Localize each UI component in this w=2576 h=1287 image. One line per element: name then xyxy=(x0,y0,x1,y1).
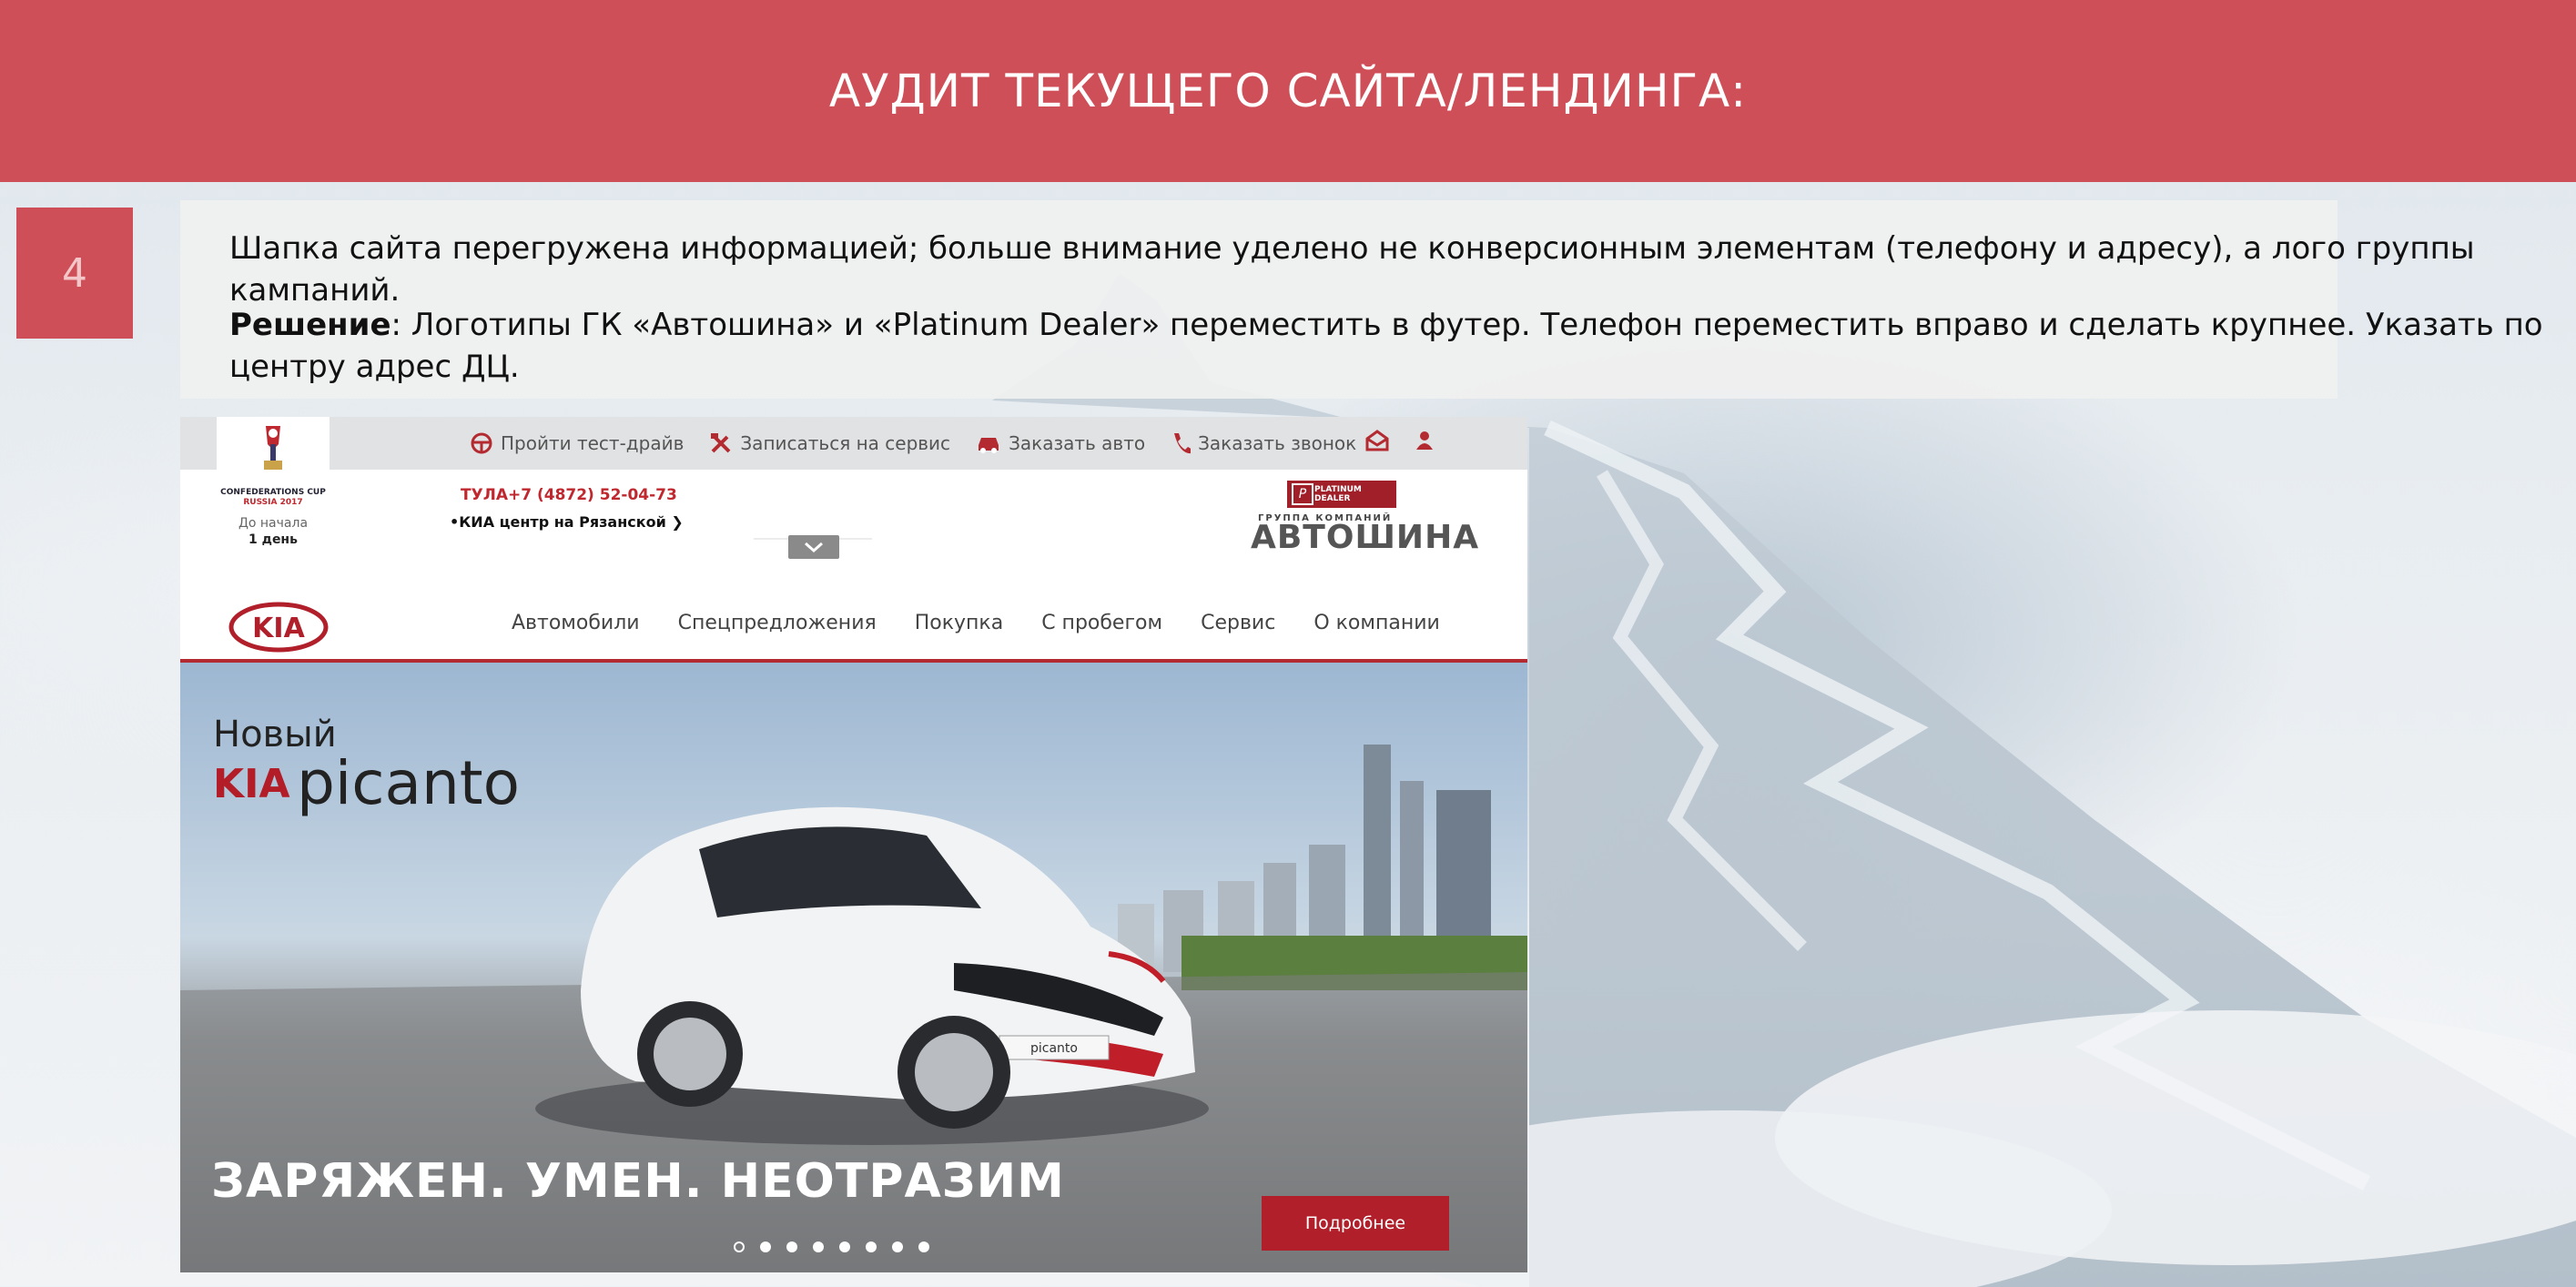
hero-model: picanto xyxy=(297,748,521,818)
cup-countdown: До начала 1 день xyxy=(217,515,330,548)
confederations-cup-logo[interactable]: CONFEDERATIONS CUP RUSSIA 2017 До начала… xyxy=(217,417,330,553)
problem-text: Шапка сайта перегружена информацией; бол… xyxy=(229,230,2475,309)
dealer-address[interactable]: •КИА центр на Рязанской ❯ xyxy=(450,513,684,531)
chevron-down-icon xyxy=(805,542,823,553)
slide-title: АУДИТ ТЕКУЩЕГО САЙТА/ЛЕНДИНГА: xyxy=(828,65,1748,117)
solution-body: : Логотипы ГК «Автошина» и «Platinum Dea… xyxy=(229,307,2543,385)
audit-text-box: Шапка сайта перегружена информацией; бол… xyxy=(180,200,2543,399)
nav-used[interactable]: С пробегом xyxy=(1041,612,1162,634)
solution-label: Решение xyxy=(229,307,391,343)
slider-dot[interactable] xyxy=(918,1241,929,1252)
utility-links: Пройти тест-драйв Записаться на сервис З… xyxy=(470,417,1382,470)
slider-dot[interactable] xyxy=(813,1241,824,1252)
slider-dot[interactable] xyxy=(839,1241,850,1252)
test-drive-link[interactable]: Пройти тест-драйв xyxy=(470,431,684,455)
car-icon xyxy=(979,438,999,453)
slider-dots xyxy=(734,1241,945,1252)
slide-number: 4 xyxy=(16,208,133,339)
nav-about[interactable]: О компании xyxy=(1313,612,1440,634)
nav-service[interactable]: Сервис xyxy=(1201,612,1275,634)
solution-text: Решение: Логотипы ГК «Автошина» и «Plati… xyxy=(229,304,2576,388)
slider-dot[interactable] xyxy=(892,1241,903,1252)
more-button[interactable]: Подробнее xyxy=(1262,1196,1449,1251)
nav-cars[interactable]: Автомобили xyxy=(512,612,640,634)
service-label: Записаться на сервис xyxy=(740,432,951,454)
hero-banner: picanto Новый KIA picanto ЗАРЯЖЕН. УМЕН.… xyxy=(180,663,1527,1272)
service-link[interactable]: Записаться на сервис xyxy=(709,431,950,455)
callback-label: Заказать звонок xyxy=(1198,432,1357,454)
dealer-phone[interactable]: ТУЛА+7 (4872) 52-04-73 xyxy=(461,486,677,504)
trophy-icon xyxy=(264,426,282,470)
order-car-label: Заказать авто xyxy=(1009,432,1146,454)
countdown-value: 1 день xyxy=(248,532,298,547)
main-nav-bar: KIA Автомобили Спецпредложения Покупка С… xyxy=(180,586,1527,663)
slide-header: АУДИТ ТЕКУЩЕГО САЙТА/ЛЕНДИНГА: xyxy=(0,0,2576,182)
nav-offers[interactable]: Спецпредложения xyxy=(678,612,877,634)
license-plate-text: picanto xyxy=(1030,1041,1078,1056)
platinum-mark-icon: P xyxy=(1292,483,1313,505)
kia-logo[interactable]: KIA xyxy=(228,601,330,654)
slider-dot[interactable] xyxy=(786,1241,797,1252)
avtoshina-logo[interactable]: АВТОШИНА xyxy=(1251,519,1479,556)
mail-icon[interactable] xyxy=(1365,430,1389,455)
callback-link[interactable]: Заказать звонок xyxy=(1171,431,1356,455)
user-icon[interactable] xyxy=(1415,430,1435,455)
steering-wheel-icon xyxy=(471,432,492,454)
countdown-label: До начала xyxy=(238,516,309,531)
tools-icon xyxy=(711,433,731,453)
utility-icons xyxy=(1365,430,1460,455)
main-nav: Автомобили Спецпредложения Покупка С про… xyxy=(512,612,1478,634)
svg-text:KIA: KIA xyxy=(252,613,305,644)
car-image: picanto xyxy=(535,806,1209,1145)
cup-line2: RUSSIA 2017 xyxy=(243,498,303,507)
slider-dot[interactable] xyxy=(734,1241,745,1252)
site-screenshot: CONFEDERATIONS CUP RUSSIA 2017 До начала… xyxy=(180,417,1527,1272)
slider-dot[interactable] xyxy=(866,1241,877,1252)
collapse-toggle[interactable] xyxy=(788,535,839,559)
nav-purchase[interactable]: Покупка xyxy=(915,612,1003,634)
hero-slogan: ЗАРЯЖЕН. УМЕН. НЕОТРАЗИМ xyxy=(211,1154,1065,1209)
cup-line1: CONFEDERATIONS CUP xyxy=(220,488,326,497)
order-car-link[interactable]: Заказать авто xyxy=(976,432,1145,454)
phone-icon xyxy=(1174,433,1192,454)
slider-dot[interactable] xyxy=(760,1241,771,1252)
test-drive-label: Пройти тест-драйв xyxy=(501,432,685,454)
hero-brand: KIA xyxy=(213,761,290,807)
